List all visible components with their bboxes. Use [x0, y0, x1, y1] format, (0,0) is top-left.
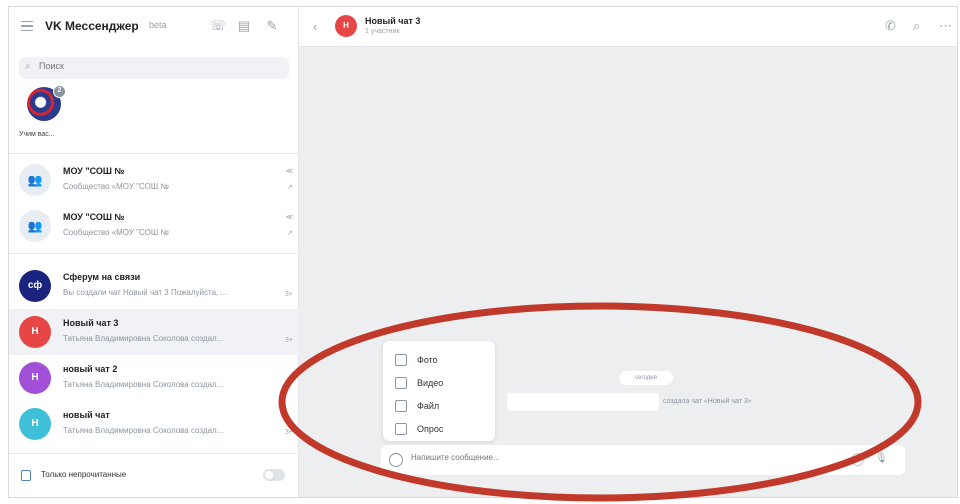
chat-item[interactable]: Н новый чат Татьяна Владимировна Соколов… [9, 401, 299, 447]
chat-meta: ≪ [285, 214, 293, 221]
chat-preview: Сообщество «МОУ "СОШ № [63, 228, 169, 237]
sidebar-header: VK Мессенджер beta ☏ ▤ ✎ [9, 7, 299, 47]
more-icon[interactable]: ⋯ [939, 18, 952, 34]
chat-item-active[interactable]: Н Новый чат 3 Татьяна Владимировна Сокол… [9, 309, 299, 355]
chat-name: новый чат 2 [63, 364, 118, 374]
chat-avatar: Н [19, 408, 51, 440]
unread-filter-icon [21, 470, 31, 481]
unread-toggle[interactable] [263, 469, 285, 481]
search-icon: ⌕ [25, 61, 31, 72]
chat-name: Новый чат 3 [63, 318, 119, 328]
story-count-badge: 2 [53, 85, 66, 98]
redacted-name [507, 393, 659, 411]
sidebar: VK Мессенджер beta ☏ ▤ ✎ ⌕ 2 Учим вас...… [9, 7, 299, 497]
story-label: Учим вас... [19, 131, 55, 138]
archive-icon[interactable]: ▤ [235, 17, 253, 35]
chat-item[interactable]: 👥 МОУ "СОШ № Сообщество «МОУ "СОШ № ≪ ↗ [9, 157, 299, 203]
chat-panel: ‹ Н Новый чат 3 1 участник ✆ ⌕ ⋯ сегодня… [299, 7, 957, 497]
search-bar[interactable]: ⌕ [19, 57, 289, 79]
search-icon[interactable]: ⌕ [913, 18, 920, 34]
chat-preview: Татьяна Владимировна Соколова создал... [63, 380, 224, 389]
photo-icon [395, 354, 407, 366]
chat-preview: Татьяна Владимировна Соколова создал... [63, 334, 224, 343]
new-call-icon[interactable]: ☏ [209, 17, 227, 35]
attach-label: Фото [417, 355, 438, 365]
message-composer: 🎙 [381, 445, 905, 475]
chat-subtitle: 1 участник [365, 28, 400, 35]
chat-avatar: Н [19, 362, 51, 394]
chat-preview: Татьяна Владимировна Соколова создал... [63, 426, 224, 435]
service-message: создала чат «Новый чат 3» [663, 398, 752, 405]
pin-icon: ↗ [287, 184, 293, 191]
attach-video[interactable]: Видео [383, 372, 495, 395]
divider [9, 153, 299, 154]
chat-name: Сферум на связи [63, 272, 141, 282]
chat-header: ‹ Н Новый чат 3 1 участник ✆ ⌕ ⋯ [299, 7, 957, 47]
menu-icon[interactable] [21, 21, 33, 31]
story-item[interactable]: 2 Учим вас... [19, 85, 71, 147]
group-avatar-icon: 👥 [19, 164, 51, 196]
chat-item[interactable]: Н новый чат 2 Татьяна Владимировна Сокол… [9, 355, 299, 401]
chat-meta: 3+ [285, 291, 293, 298]
chat-meta: ≪ [285, 168, 293, 175]
unread-filter-label: Только непрочитанные [41, 470, 127, 479]
attach-photo[interactable]: Фото [383, 349, 495, 372]
attach-label: Видео [417, 378, 444, 388]
pin-icon: ↗ [287, 230, 293, 237]
file-icon [395, 400, 407, 412]
attach-poll[interactable]: Опрос [383, 418, 495, 441]
chat-preview: Сообщество «МОУ "СОШ № [63, 182, 169, 191]
attach-label: Опрос [417, 424, 444, 434]
microphone-icon[interactable]: 🎙 [875, 453, 888, 464]
chat-name: новый чат [63, 410, 110, 420]
message-input[interactable] [411, 453, 831, 462]
back-icon[interactable]: ‹ [313, 19, 317, 34]
call-icon[interactable]: ✆ [885, 18, 896, 34]
group-avatar-icon: 👥 [19, 210, 51, 242]
chat-name: МОУ "СОШ № [63, 166, 125, 176]
chat-meta: 3+ [285, 429, 293, 436]
chat-meta: 3+ [285, 337, 293, 344]
beta-badge: beta [149, 20, 167, 30]
date-pill: сегодня [619, 371, 673, 385]
chat-item[interactable]: 👥 МОУ "СОШ № Сообщество «МОУ "СОШ № ≪ ↗ [9, 203, 299, 249]
chat-avatar: Н [19, 316, 51, 348]
search-input[interactable] [39, 61, 279, 71]
chat-avatar: сф [19, 270, 51, 302]
poll-icon [395, 423, 407, 435]
attach-label: Файл [417, 401, 440, 411]
video-icon [395, 377, 407, 389]
unread-filter: Только непрочитанные [9, 453, 299, 497]
emoji-icon[interactable] [851, 453, 864, 466]
app-window: VK Мессенджер beta ☏ ▤ ✎ ⌕ 2 Учим вас...… [8, 6, 958, 498]
attach-menu: Фото Видео Файл Опрос [383, 341, 495, 441]
divider [9, 253, 299, 254]
chat-header-avatar[interactable]: Н [335, 15, 357, 37]
chat-preview: Вы создали чат Новый чат 3 Пожалуйста, .… [63, 288, 228, 297]
attach-file[interactable]: Файл [383, 395, 495, 418]
chat-name: МОУ "СОШ № [63, 212, 125, 222]
chat-title[interactable]: Новый чат 3 [365, 16, 420, 26]
attach-icon[interactable] [389, 453, 403, 467]
app-title: VK Мессенджер [45, 19, 139, 33]
compose-icon[interactable]: ✎ [263, 17, 281, 35]
chat-item[interactable]: сф Сферум на связи Вы создали чат Новый … [9, 263, 299, 309]
